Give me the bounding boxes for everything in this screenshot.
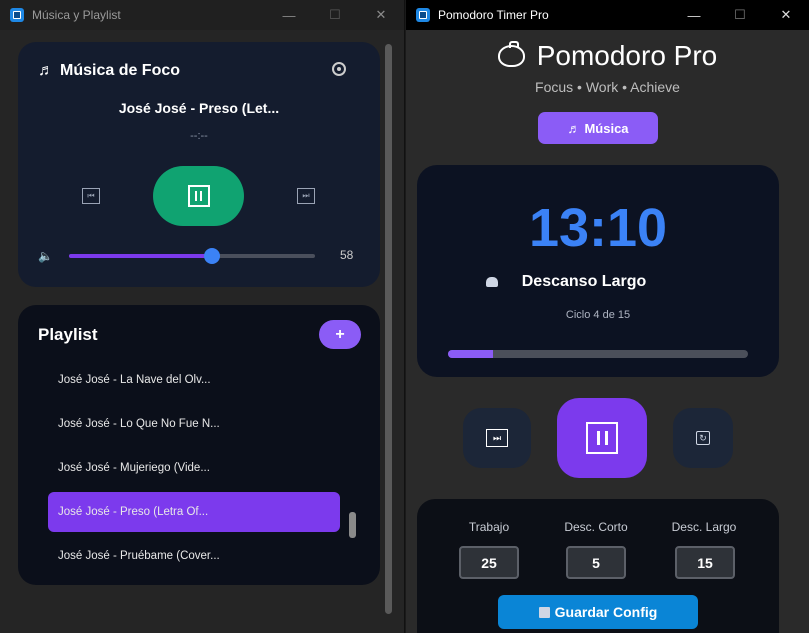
song-time: --:--	[190, 130, 208, 142]
music-note-icon: ♬	[567, 120, 581, 136]
save-config-button[interactable]: Guardar Config	[498, 595, 698, 629]
skip-button[interactable]: ⏭	[463, 408, 531, 468]
window-scrollbar[interactable]	[385, 44, 392, 614]
short-break-input[interactable]: 5	[566, 546, 626, 579]
tagline: Focus • Work • Achieve	[535, 79, 680, 95]
previous-track-button[interactable]: ⏮	[82, 188, 100, 204]
close-button[interactable]: ✕	[358, 0, 404, 30]
add-song-button[interactable]: +	[319, 320, 361, 349]
progress-bar	[448, 350, 748, 358]
phase-label: Descanso Largo	[521, 273, 647, 290]
progress-fill	[448, 350, 493, 358]
playlist-item[interactable]: José José - Mujeriego (Vide...	[48, 448, 340, 488]
volume-fill	[69, 254, 212, 258]
next-track-button[interactable]: ⏭	[297, 188, 315, 204]
playlist-list: José José - La Nave del Olv... José José…	[48, 360, 340, 580]
config-card: Trabajo Desc. Corto Desc. Largo 25 5 15 …	[417, 499, 779, 633]
pomodoro-window: Pomodoro Timer Pro — ☐ ✕ Pomodoro Pro Fo…	[406, 0, 809, 633]
floppy-disk-icon	[538, 606, 550, 618]
pause-icon	[586, 422, 618, 454]
music-button-label: Música	[584, 120, 629, 136]
save-config-label: Guardar Config	[554, 604, 658, 620]
rest-icon	[485, 277, 498, 287]
music-title-label: Música de Foco	[60, 62, 181, 79]
long-break-label: Desc. Largo	[671, 520, 737, 534]
skip-back-icon: ⏮	[87, 191, 95, 200]
pause-icon	[187, 185, 210, 207]
playlist-card: Playlist + José José - La Nave del Olv..…	[18, 305, 380, 585]
close-button[interactable]: ✕	[763, 0, 809, 30]
music-playlist-window: Música y Playlist — ☐ ✕ ♬ Música de Foco…	[0, 0, 405, 633]
skip-forward-icon: ⏭	[302, 191, 310, 200]
maximize-button[interactable]: ☐	[717, 0, 763, 30]
play-pause-button[interactable]	[153, 166, 244, 226]
app-header: Pomodoro Pro	[406, 40, 809, 72]
window-title: Música y Playlist	[32, 8, 121, 22]
titlebar[interactable]: Música y Playlist — ☐ ✕	[0, 0, 404, 30]
current-song: José José - Preso (Let...	[118, 100, 280, 116]
volume-handle[interactable]	[203, 248, 220, 264]
music-note-icon: ♬	[38, 62, 54, 79]
music-button[interactable]: ♬ Música	[538, 112, 658, 144]
reset-button[interactable]: ↻	[673, 408, 733, 468]
work-minutes-input[interactable]: 25	[459, 546, 519, 579]
work-label: Trabajo	[468, 520, 510, 534]
long-break-input[interactable]: 15	[675, 546, 735, 579]
timer-card: 13:10 Descanso Largo Ciclo 4 de 15	[417, 165, 779, 377]
music-title: ♬ Música de Foco	[38, 62, 180, 80]
pause-button[interactable]	[557, 398, 647, 478]
playlist-item[interactable]: José José - Preso (Letra Of...	[48, 492, 340, 532]
playlist-title: Playlist	[38, 325, 98, 344]
tomato-icon	[497, 41, 525, 67]
settings-gear-icon[interactable]	[332, 62, 346, 76]
maximize-button[interactable]: ☐	[312, 0, 358, 30]
app-icon	[416, 8, 430, 22]
timer-display: 13:10	[528, 198, 668, 258]
window-title: Pomodoro Timer Pro	[438, 8, 549, 22]
volume-value: 58	[340, 248, 354, 262]
phase-row: Descanso Largo	[417, 273, 779, 291]
reset-icon: ↻	[696, 431, 710, 445]
titlebar[interactable]: Pomodoro Timer Pro — ☐ ✕	[406, 0, 809, 30]
app-title: Pomodoro Pro	[536, 40, 718, 71]
volume-icon: 🔈	[38, 249, 53, 263]
skip-forward-icon: ⏭	[486, 429, 508, 447]
minimize-button[interactable]: —	[671, 0, 717, 30]
app-icon	[10, 8, 24, 22]
cycle-counter: Ciclo 4 de 15	[565, 309, 631, 321]
minimize-button[interactable]: —	[266, 0, 312, 30]
playlist-item[interactable]: José José - Pruébame (Cover...	[48, 536, 340, 576]
music-card: ♬ Música de Foco José José - Preso (Let.…	[18, 42, 380, 287]
playlist-item[interactable]: José José - La Nave del Olv...	[48, 360, 340, 400]
playlist-item[interactable]: José José - Lo Que No Fue N...	[48, 404, 340, 444]
short-break-label: Desc. Corto	[564, 520, 628, 534]
playlist-scrollbar[interactable]	[349, 512, 356, 538]
volume-slider[interactable]	[69, 248, 315, 264]
